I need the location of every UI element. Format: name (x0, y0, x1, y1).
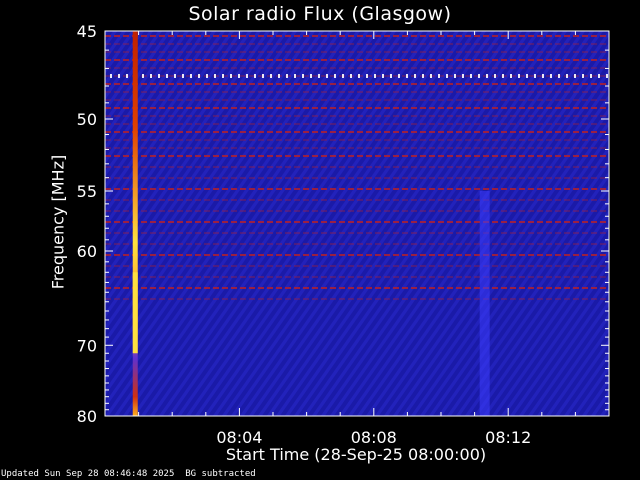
burst-peak (132, 272, 138, 354)
burst-event (132, 31, 138, 416)
y-tick-label: 80 (77, 407, 97, 426)
x-tick-label: 08:12 (485, 428, 531, 447)
y-tick-label: 50 (77, 110, 97, 129)
y-tick-label: 70 (77, 336, 97, 355)
noise-texture (105, 31, 609, 416)
x-tick-label: 08:04 (216, 428, 262, 447)
spectrogram-plot: 45 50 55 60 70 80 08:04 08:08 08:12 (77, 22, 610, 447)
y-tick-label: 55 (77, 182, 97, 201)
enhancement-event (479, 191, 490, 416)
x-tick-label: 08:08 (351, 428, 397, 447)
y-tick-label: 45 (77, 22, 97, 41)
y-tick-label: 60 (77, 242, 97, 261)
spectrogram-image (105, 31, 609, 416)
